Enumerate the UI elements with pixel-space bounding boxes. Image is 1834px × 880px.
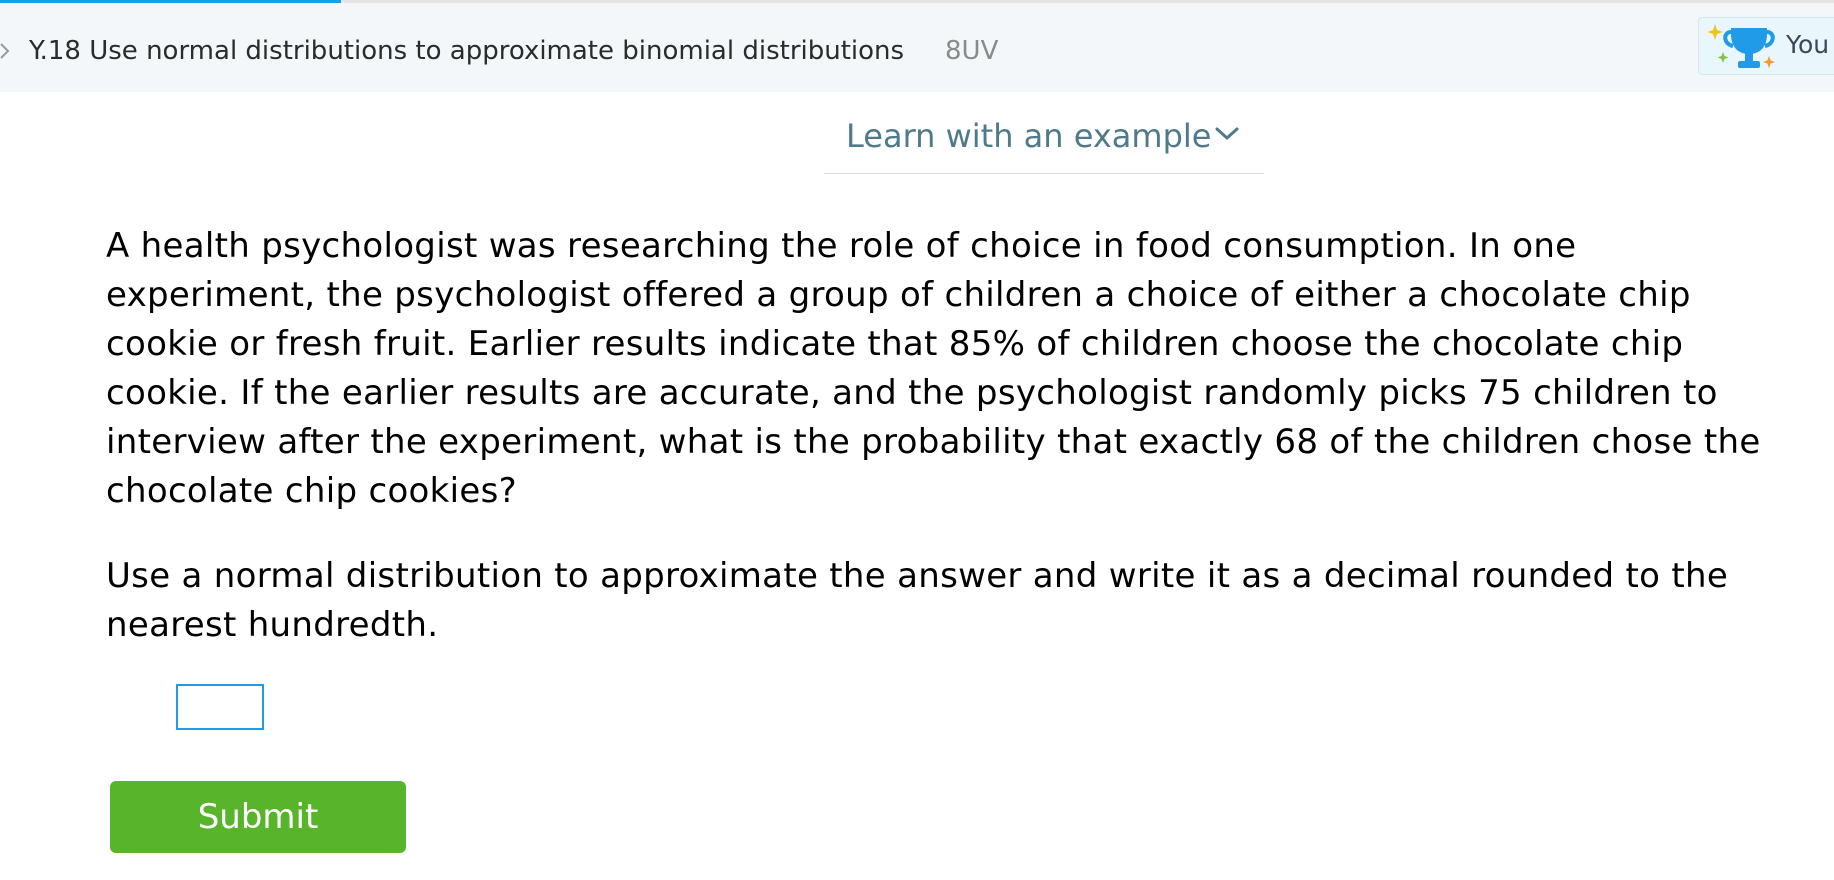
award-button[interactable]: You: [1698, 17, 1834, 75]
award-label: You: [1786, 30, 1830, 59]
trophy-icon: [1707, 24, 1775, 68]
question-text: A health psychologist was researching th…: [106, 226, 1761, 511]
submit-button[interactable]: Submit: [110, 781, 406, 853]
skill-header: Y.18 Use normal distributions to approxi…: [0, 3, 1834, 92]
answer-input[interactable]: [176, 684, 264, 730]
divider: [824, 173, 1264, 174]
skill-title: Y.18 Use normal distributions to approxi…: [29, 36, 905, 66]
chevron-right-icon[interactable]: [0, 39, 10, 63]
instruction-text: Use a normal distribution to approximate…: [106, 556, 1729, 645]
learn-with-example-link[interactable]: Learn with an example: [846, 114, 1211, 158]
chevron-down-icon[interactable]: [1214, 126, 1240, 142]
skill-code: 8UV: [945, 36, 999, 66]
